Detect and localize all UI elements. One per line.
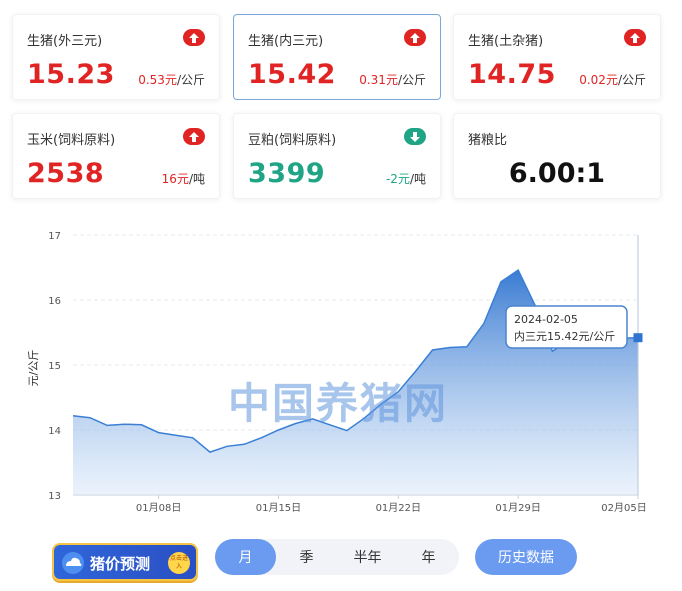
change-unit-yuan: 元 [164, 73, 177, 87]
change-unit-yuan: 元 [385, 73, 398, 87]
y-axis-label: 元/公斤 [27, 350, 40, 387]
card-change: -2元/吨 [386, 170, 426, 187]
card-value: 15.23 [27, 59, 115, 90]
card-change: 0.53元/公斤 [138, 71, 205, 88]
x-tick-label: 01月22日 [376, 502, 421, 514]
change-unit-yuan: 元 [605, 73, 618, 87]
x-axis-ticks: 01月08日 01月15日 01月22日 01月29日 02月05日 [136, 495, 647, 514]
card-title: 玉米(饲料原料) [27, 133, 116, 148]
change-number: 0.31 [359, 73, 386, 87]
cloud-icon [62, 552, 84, 574]
change-unit-yuan: 元 [176, 172, 189, 186]
change-unit: /公斤 [397, 73, 426, 87]
period-half-year[interactable]: 半年 [337, 539, 398, 575]
card-title: 豆粕(饲料原料) [248, 133, 337, 148]
y-tick-label: 16 [48, 296, 61, 307]
change-unit: /吨 [188, 172, 205, 186]
change-unit: /吨 [409, 172, 426, 186]
change-number: 0.02 [579, 73, 606, 87]
x-tick-label: 02月05日 [601, 502, 646, 514]
price-forecast-badge[interactable]: 猪价预测 点击进入 [52, 543, 198, 581]
change-unit: /公斤 [176, 73, 205, 87]
period-year[interactable]: 年 [398, 539, 459, 575]
card-value: 3399 [248, 158, 326, 189]
price-card-soybean-meal[interactable]: 豆粕(饲料原料) 3399 -2元/吨 [233, 113, 441, 199]
card-value: 15.42 [248, 59, 336, 90]
change-number: 16 [161, 172, 177, 186]
up-arrow-icon [183, 29, 205, 46]
card-change: 16元/吨 [162, 170, 205, 187]
y-tick-label: 15 [48, 361, 61, 372]
chart-tooltip: 2024-02-05 内三元15.42元/公斤 [505, 305, 628, 349]
x-tick-label: 01月08日 [136, 502, 181, 514]
change-unit-yuan: 元 [397, 172, 410, 186]
ratio-value: 6.00:1 [508, 158, 606, 189]
period-quarter[interactable]: 季 [276, 539, 337, 575]
change-unit: /公斤 [617, 73, 646, 87]
up-arrow-icon [183, 128, 205, 145]
y-tick-label: 13 [48, 491, 61, 502]
price-card-corn[interactable]: 玉米(饲料原料) 2538 16元/吨 [12, 113, 220, 199]
card-title: 猪粮比 [468, 133, 508, 148]
price-card-tu-za-zhu[interactable]: 生猪(土杂猪) 14.75 0.02元/公斤 [453, 14, 661, 100]
period-month[interactable]: 月 [215, 539, 276, 575]
y-tick-label: 17 [48, 231, 61, 242]
change-number: -2 [385, 172, 398, 186]
tooltip-text: 内三元15.42元/公斤 [514, 329, 615, 343]
x-tick-label: 01月15日 [256, 502, 301, 514]
card-title: 生猪(内三元) [248, 34, 324, 49]
price-card-wai-san-yuan[interactable]: 生猪(外三元) 15.23 0.53元/公斤 [12, 14, 220, 100]
card-value: 14.75 [468, 59, 556, 90]
y-axis-ticks: 13 14 15 16 17 [48, 231, 61, 502]
price-card-nei-san-yuan[interactable]: 生猪(内三元) 15.42 0.31元/公斤 [233, 14, 441, 100]
watermark-logo-text: 中国养猪网 [228, 379, 449, 428]
y-tick-label: 14 [48, 426, 61, 437]
card-change: 0.31元/公斤 [359, 71, 426, 88]
card-value: 2538 [27, 158, 105, 189]
card-title: 生猪(土杂猪) [468, 34, 544, 49]
card-title: 生猪(外三元) [27, 34, 103, 49]
tooltip-date: 2024-02-05 [514, 313, 578, 326]
badge-enter-dot[interactable]: 点击进入 [168, 552, 190, 574]
change-number: 0.53 [138, 73, 165, 87]
up-arrow-icon [624, 29, 646, 46]
pig-grain-ratio-card[interactable]: 猪粮比 6.00:1 [453, 113, 661, 199]
history-data-button[interactable]: 历史数据 [475, 539, 577, 575]
x-tick-label: 01月29日 [495, 502, 540, 514]
card-change: 0.02元/公斤 [579, 71, 646, 88]
down-arrow-icon [404, 128, 426, 145]
period-selector: 月 季 半年 年 [215, 539, 459, 575]
badge-label: 猪价预测 [90, 555, 151, 573]
last-point-marker[interactable] [633, 333, 643, 343]
up-arrow-icon [404, 29, 426, 46]
